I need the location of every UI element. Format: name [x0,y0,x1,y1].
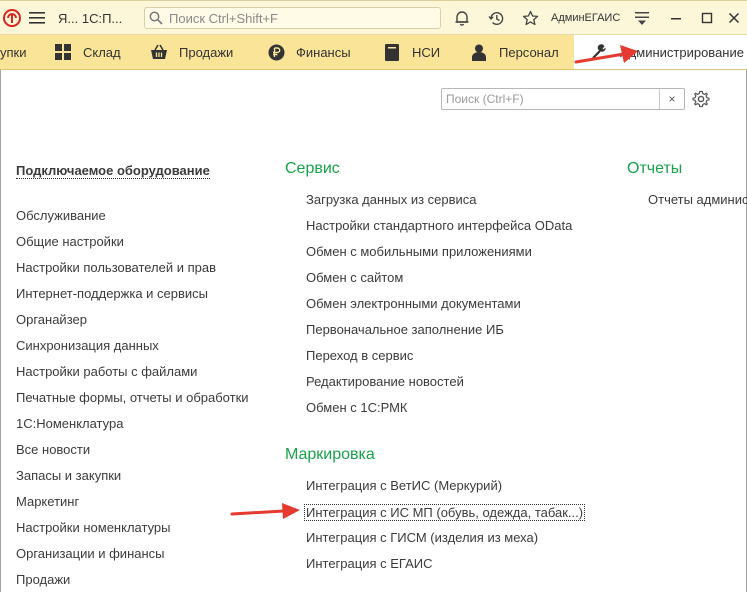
marking-link-is-mp[interactable]: Интеграция с ИС МП (обувь, одежда, табак… [304,504,586,521]
section-label: Продажи [179,44,234,60]
left-link[interactable]: Настройки работы с файлами [16,364,197,379]
person-icon [470,43,488,61]
left-link[interactable]: Интернет-поддержка и сервисы [16,286,208,301]
service-link[interactable]: Переход в сервис [306,348,413,363]
history-icon[interactable] [486,8,506,28]
gear-icon [590,43,608,61]
user-name[interactable]: АдминЕГАИС [551,9,620,27]
favorites-star-icon[interactable] [520,8,540,28]
section-label: упки [0,44,27,60]
left-link[interactable]: Все новости [16,442,90,457]
section-purchases[interactable]: упки [0,35,27,69]
section-administration[interactable]: Администрирование [574,35,747,69]
group-title-service: Сервис [285,160,340,177]
group-title-marking: Маркировка [285,446,375,463]
left-link[interactable]: Маркетинг [16,494,79,509]
section-sales[interactable]: Продажи [150,35,233,69]
left-link[interactable]: 1С:Номенклатура [16,416,123,431]
service-link[interactable]: Первоначальное заполнение ИБ [306,322,504,337]
left-link[interactable]: Запасы и закупки [16,468,121,483]
service-link[interactable]: Обмен с сайтом [306,270,403,285]
app-title: Я... 1С:П... [58,10,123,26]
service-link[interactable]: Обмен с 1С:РМК [306,400,408,415]
book-icon [383,43,401,61]
basket-icon [150,43,168,61]
left-link[interactable]: Обслуживание [16,208,106,223]
section-label: Финансы [296,44,351,60]
left-link[interactable]: Организации и финансы [16,546,165,561]
section-label: НСИ [412,44,441,60]
title-bar: Я... 1С:П... АдминЕГАИС [0,0,747,35]
marking-link[interactable]: Интеграция с ГИСМ (изделия из меха) [306,530,538,545]
marking-link[interactable]: Интеграция с ЕГАИС [306,556,432,571]
group-title-reports: Отчеты [627,160,683,177]
settings-menu-icon[interactable] [632,8,652,28]
reports-link[interactable]: Отчеты админис [648,192,747,207]
search-icon [149,11,163,25]
service-link[interactable]: Редактирование новостей [306,374,464,389]
global-search[interactable] [144,7,441,29]
section-label: Склад [83,44,121,60]
panel-settings-gear-icon[interactable] [690,88,712,110]
service-link[interactable]: Загрузка данных из сервиса [306,192,477,207]
panel-search-input[interactable] [442,90,659,108]
left-link[interactable]: Органайзер [16,312,87,327]
service-link[interactable]: Обмен с мобильными приложениями [306,244,532,259]
sections-panel: упки Склад Продажи Финансы НСИ Персонал … [0,35,747,70]
service-link[interactable]: Настройки стандартного интерфейса OData [306,218,572,233]
bell-icon[interactable] [452,8,472,28]
warehouse-grid-icon [54,43,72,61]
service-link[interactable]: Обмен электронными документами [306,296,521,311]
section-staff[interactable]: Персонал [470,35,559,69]
section-label: Персонал [499,44,559,60]
left-link[interactable]: Подключаемое оборудование [16,163,210,179]
left-link[interactable]: Настройки номенклатуры [16,520,171,535]
close-icon[interactable] [724,8,744,28]
section-finance[interactable]: Финансы [267,35,351,69]
minimize-icon[interactable] [666,8,686,28]
left-link[interactable]: Настройки пользователей и прав [16,260,216,275]
panel-search[interactable]: × [441,88,685,110]
ruble-coin-icon [267,43,285,61]
left-link[interactable]: Печатные формы, отчеты и обработки [16,390,249,405]
left-link[interactable]: Общие настройки [16,234,124,249]
main-menu-icon[interactable] [26,7,48,29]
global-search-input[interactable] [167,9,440,27]
left-link[interactable]: Продажи [16,572,70,587]
1c-logo-icon[interactable] [2,7,22,29]
left-link[interactable]: Синхронизация данных [16,338,159,353]
maximize-icon[interactable] [697,8,717,28]
section-nsi[interactable]: НСИ [383,35,440,69]
marking-link[interactable]: Интеграция с ВетИС (Меркурий) [306,478,502,493]
clear-search-button[interactable]: × [659,89,684,109]
section-warehouse[interactable]: Склад [54,35,121,69]
section-label: Администрирование [620,44,744,60]
